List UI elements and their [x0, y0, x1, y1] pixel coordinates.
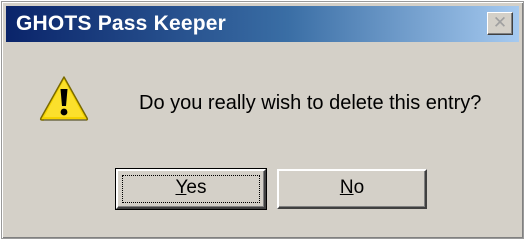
title-bar[interactable]: GHOTS Pass Keeper ✕	[6, 6, 519, 42]
focus-ring	[122, 175, 260, 203]
window-title: GHOTS Pass Keeper	[16, 12, 226, 35]
no-button[interactable]: No	[277, 169, 427, 209]
close-icon: ✕	[492, 13, 508, 33]
close-button[interactable]: ✕	[487, 12, 513, 35]
dialog-message: Do you really wish to delete this entry?	[139, 92, 482, 114]
no-mnemonic: N	[339, 177, 354, 198]
warning-icon	[39, 76, 89, 121]
no-label-rest: o	[353, 177, 365, 198]
yes-button[interactable]: Yes	[115, 168, 267, 210]
message-dialog: GHOTS Pass Keeper ✕ Do you really wish t…	[1, 1, 524, 239]
